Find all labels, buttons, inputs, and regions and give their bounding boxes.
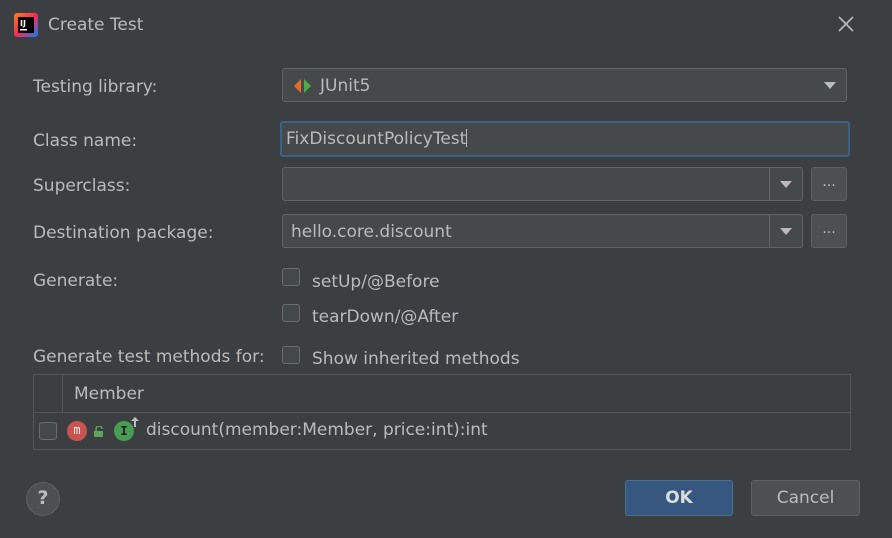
show-inherited-label[interactable]: Show inherited methods <box>312 349 520 369</box>
arrow-up-icon <box>131 417 139 427</box>
chevron-down-icon[interactable] <box>780 228 792 235</box>
destination-package-browse-button[interactable]: ... <box>811 214 847 248</box>
method-icon: m <box>67 421 87 441</box>
destination-package-combo[interactable]: hello.core.discount <box>282 214 803 248</box>
ok-button[interactable]: OK <box>625 480 733 516</box>
teardown-option-label[interactable]: tearDown/@After <box>312 307 458 327</box>
class-name-label: Class name: <box>33 131 138 151</box>
text-caret <box>466 129 468 147</box>
superclass-browse-button[interactable]: ... <box>811 167 847 201</box>
superclass-combo[interactable] <box>282 167 803 201</box>
member-row-checkbox[interactable] <box>39 422 57 440</box>
junit5-icon <box>294 79 311 93</box>
testing-library-dropdown[interactable]: JUnit5 <box>282 68 847 102</box>
intellij-idea-icon: IJ <box>14 13 38 37</box>
destination-package-value: hello.core.discount <box>291 222 452 242</box>
teardown-checkbox[interactable] <box>282 304 300 322</box>
cancel-button[interactable]: Cancel <box>751 480 860 516</box>
generate-methods-label: Generate test methods for: <box>33 347 265 367</box>
chevron-down-icon <box>824 82 836 89</box>
testing-library-label: Testing library: <box>33 77 158 97</box>
generate-label: Generate: <box>33 271 119 291</box>
svg-text:IJ: IJ <box>20 19 26 28</box>
class-name-value: FixDiscountPolicyTest <box>286 129 467 149</box>
public-access-icon <box>94 426 103 437</box>
show-inherited-checkbox[interactable] <box>282 346 300 364</box>
chevron-down-icon[interactable] <box>780 181 792 188</box>
member-method-signature: discount(member:Member, price:int):int <box>146 420 488 440</box>
close-icon[interactable] <box>834 12 858 36</box>
dialog-content: Testing library: JUnit5 Class name: FixD… <box>4 52 884 531</box>
superclass-label: Superclass: <box>33 176 131 196</box>
help-button[interactable]: ? <box>26 482 60 516</box>
destination-package-label: Destination package: <box>33 223 214 243</box>
combo-separator <box>769 168 770 200</box>
setup-checkbox[interactable] <box>282 268 300 286</box>
class-name-input[interactable]: FixDiscountPolicyTest <box>280 121 850 157</box>
dialog-title-bar: IJ Create Test <box>0 0 892 52</box>
members-table: Member m I discount(member:Member, price… <box>33 374 851 450</box>
setup-option-label[interactable]: setUp/@Before <box>312 272 440 292</box>
testing-library-value: JUnit5 <box>320 76 371 96</box>
member-column-header[interactable]: Member <box>74 384 144 404</box>
dialog-title: Create Test <box>48 15 144 35</box>
members-table-header: Member <box>34 375 850 413</box>
combo-separator <box>769 215 770 247</box>
column-divider <box>62 375 63 412</box>
table-row[interactable]: m I discount(member:Member, price:int):i… <box>34 413 850 449</box>
